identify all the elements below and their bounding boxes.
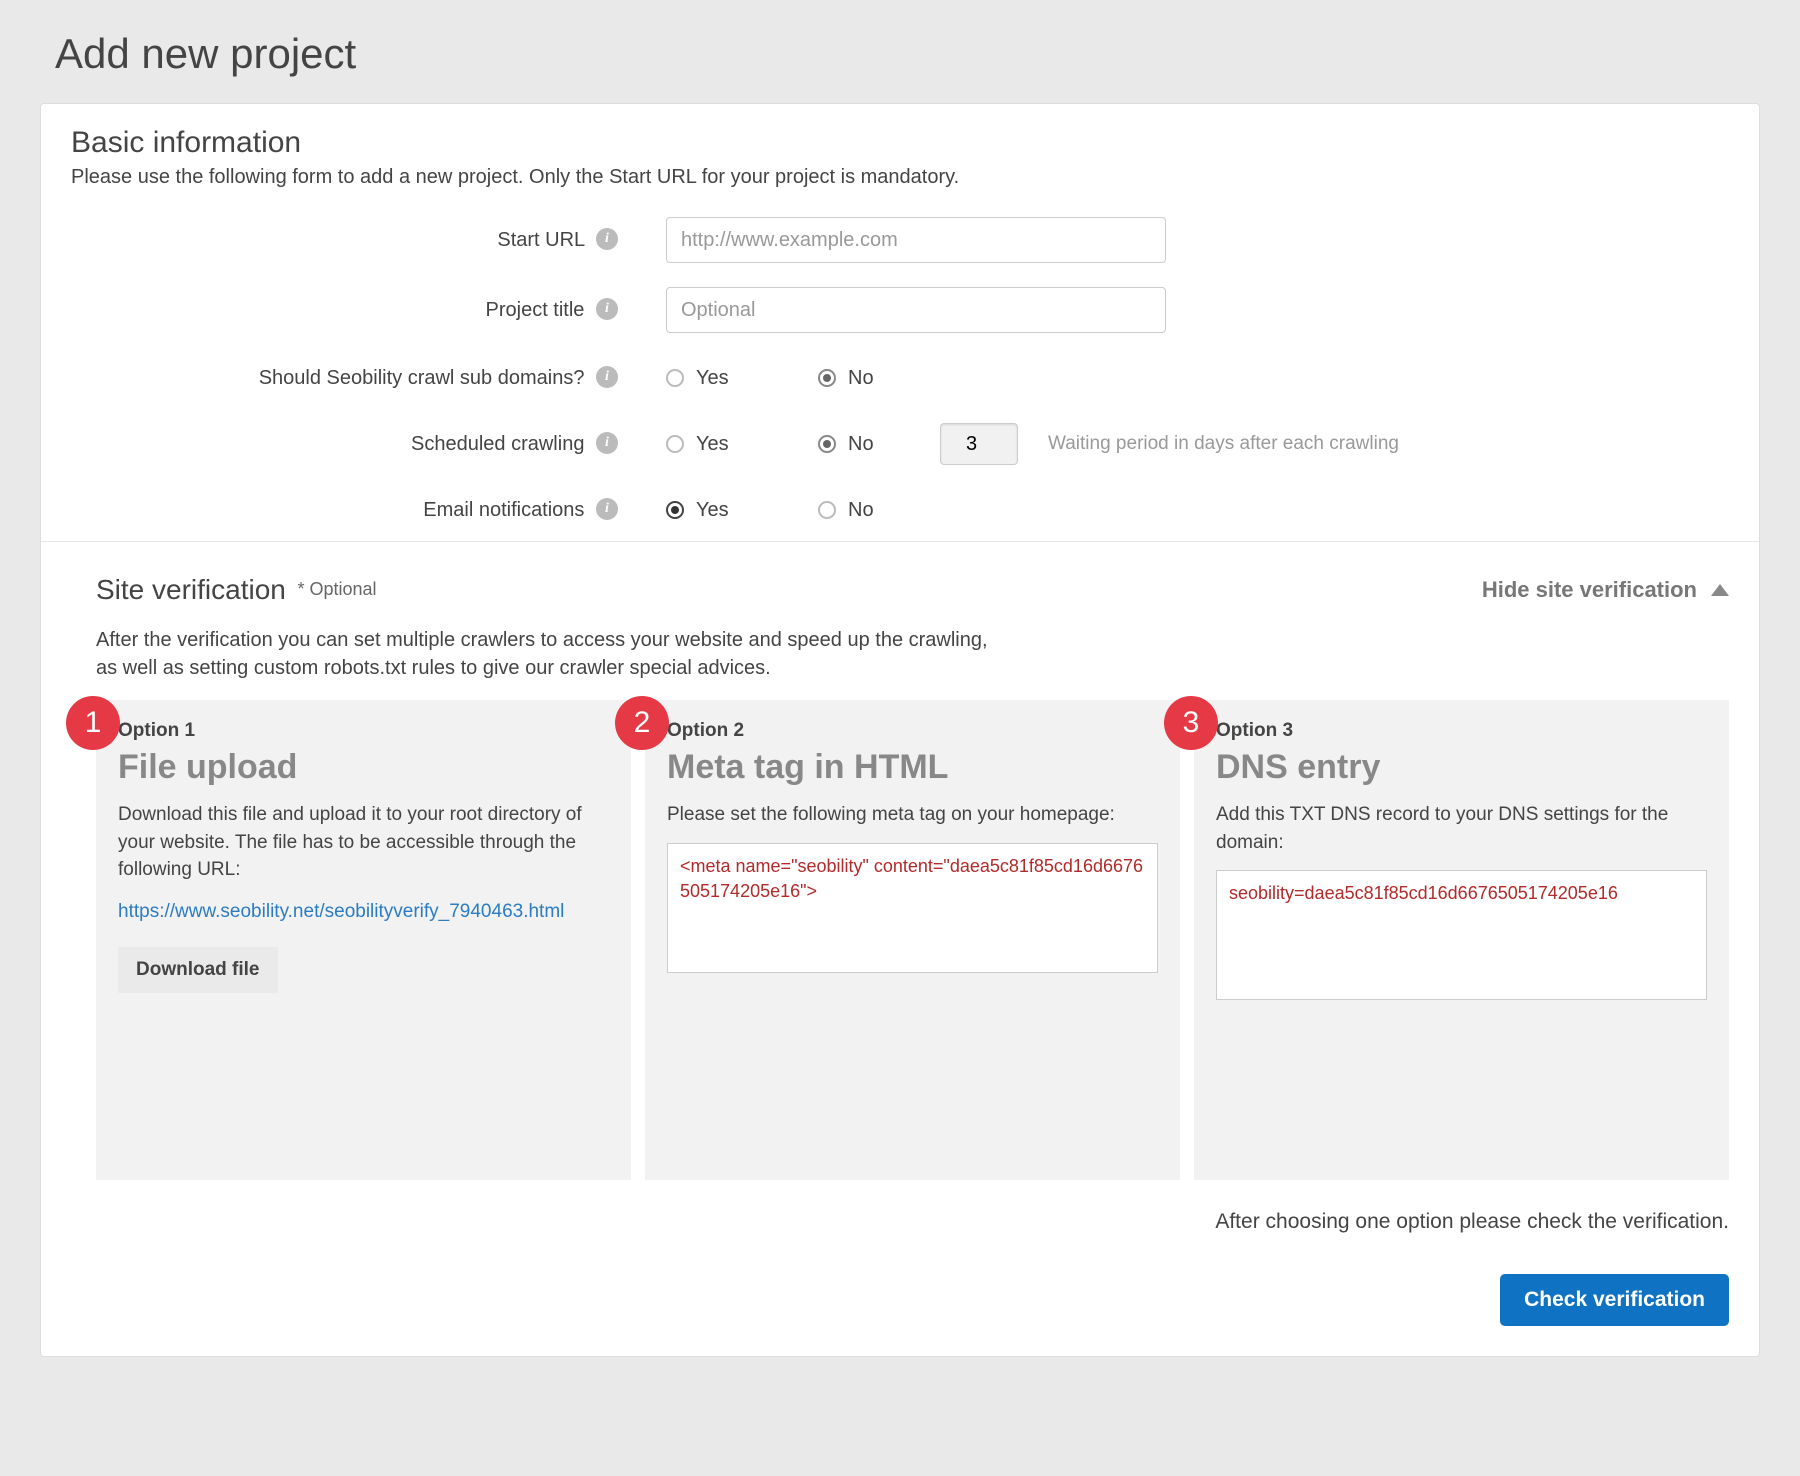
email-no-radio[interactable]: No [818,499,890,522]
info-icon[interactable]: i [596,498,618,520]
scheduled-helper: Waiting period in days after each crawli… [1048,433,1399,455]
info-icon[interactable]: i [596,366,618,388]
optional-note: * Optional [297,579,376,599]
check-verification-button[interactable]: Check verification [1500,1274,1729,1326]
verification-title: Site verification [96,574,286,605]
hide-verification-toggle[interactable]: Hide site verification [1482,577,1729,603]
row-project-title: Project title i [71,287,1729,333]
scheduled-yes-radio[interactable]: Yes [666,433,738,456]
download-file-button[interactable]: Download file [118,947,278,993]
row-start-url: Start URL i [71,217,1729,263]
verification-after-text: After choosing one option please check t… [71,1210,1729,1234]
dns-record-code[interactable]: seobility=daea5c81f85cd16d6676505174205e… [1216,870,1707,1000]
row-subdomains: Should Seobility crawl sub domains? i Ye… [71,357,1729,399]
radio-label-yes: Yes [696,367,729,390]
option-label: Option 2 [667,720,1158,742]
label-project-title: Project title [486,299,585,321]
chevron-up-icon [1711,584,1729,596]
radio-label-no: No [848,433,874,456]
option-badge-3: 3 [1164,696,1218,750]
option-badge-2: 2 [615,696,669,750]
radio-label-yes: Yes [696,433,729,456]
option-title: File upload [118,748,609,787]
option-title: DNS entry [1216,748,1707,787]
radio-label-no: No [848,367,874,390]
project-panel: Basic information Please use the followi… [40,103,1760,1357]
page-title: Add new project [55,30,1760,78]
info-icon[interactable]: i [596,432,618,454]
subdomains-yes-radio[interactable]: Yes [666,367,738,390]
radio-label-no: No [848,499,874,522]
verification-desc: After the verification you can set multi… [71,626,1729,682]
email-yes-radio[interactable]: Yes [666,499,738,522]
option-label: Option 3 [1216,720,1707,742]
start-url-input[interactable] [666,217,1166,263]
option-badge-1: 1 [66,696,120,750]
label-start-url: Start URL [497,229,584,251]
project-title-input[interactable] [666,287,1166,333]
option-label: Option 1 [118,720,609,742]
option-card-file-upload: 1 Option 1 File upload Download this fil… [96,700,631,1180]
verification-file-link[interactable]: https://www.seobility.net/seobilityverif… [118,898,609,926]
label-email: Email notifications [423,499,584,521]
basic-info-desc: Please use the following form to add a n… [71,166,1729,189]
meta-tag-code[interactable]: <meta name="seobility" content="daea5c81… [667,843,1158,973]
basic-info-title: Basic information [71,126,1729,160]
option-desc: Please set the following meta tag on you… [667,801,1158,829]
subdomains-no-radio[interactable]: No [818,367,890,390]
option-card-meta-tag: 2 Option 2 Meta tag in HTML Please set t… [645,700,1180,1180]
info-icon[interactable]: i [596,298,618,320]
row-scheduled: Scheduled crawling i Yes No Waiting peri… [71,423,1729,465]
hide-verification-label: Hide site verification [1482,577,1697,603]
option-desc: Add this TXT DNS record to your DNS sett… [1216,801,1707,856]
scheduled-no-radio[interactable]: No [818,433,890,456]
row-email: Email notifications i Yes No [71,489,1729,531]
info-icon[interactable]: i [596,228,618,250]
option-card-dns: 3 Option 3 DNS entry Add this TXT DNS re… [1194,700,1729,1180]
option-desc: Download this file and upload it to your… [118,801,609,884]
option-title: Meta tag in HTML [667,748,1158,787]
radio-label-yes: Yes [696,499,729,522]
scheduled-days-input[interactable] [940,423,1018,465]
label-subdomains: Should Seobility crawl sub domains? [259,367,585,389]
label-scheduled: Scheduled crawling [411,433,584,455]
divider [41,541,1759,542]
